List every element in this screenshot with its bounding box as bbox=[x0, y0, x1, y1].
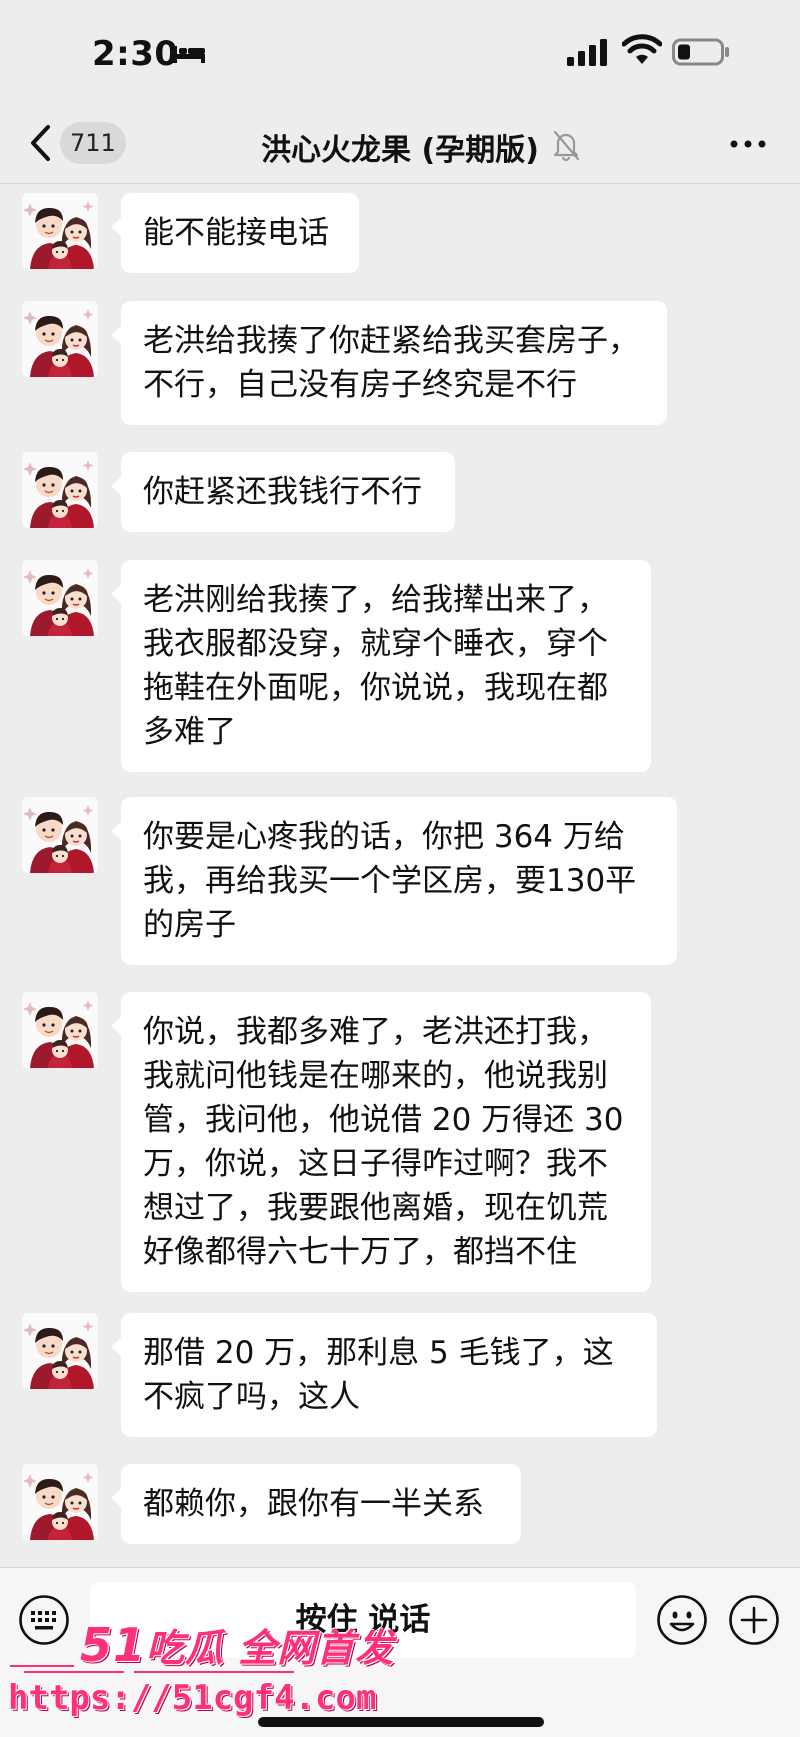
message-bubble[interactable]: 你说，我都多难了，老洪还打我，我就问他钱是在哪来的，他说我别管，我问他，他说借 … bbox=[111, 992, 651, 1292]
status-bar: 2:30 bbox=[0, 0, 800, 105]
contact-avatar[interactable] bbox=[22, 1313, 98, 1389]
contact-avatar[interactable] bbox=[22, 193, 98, 269]
wifi-icon bbox=[622, 34, 662, 64]
message-bubble[interactable]: 老洪给我揍了你赶紧给我买套房子，不行，自己没有房子终究是不行 bbox=[111, 301, 667, 425]
more-icon[interactable] bbox=[726, 127, 770, 161]
message-bubble[interactable]: 老洪刚给我揍了，给我撵出来了，我衣服都没穿，就穿个睡衣，穿个拖鞋在外面呢，你说说… bbox=[111, 560, 651, 772]
chat-title: 洪心火龙果 (孕期版) bbox=[261, 133, 539, 168]
watermark-speed-lines bbox=[10, 1665, 294, 1673]
contact-avatar[interactable] bbox=[22, 992, 98, 1068]
message-bubble[interactable]: 你赶紧还我钱行不行 bbox=[111, 452, 455, 532]
chat-header: 711 洪心火龙果 (孕期版) bbox=[0, 105, 800, 184]
message-bubble[interactable]: 你要是心疼我的话，你把 364 万给我，再给我买一个学区房，要130平的房子 bbox=[111, 797, 677, 965]
sleep-bed-icon bbox=[173, 46, 205, 63]
plus-icon[interactable] bbox=[728, 1594, 780, 1646]
status-time: 2:30 bbox=[92, 34, 179, 74]
contact-avatar[interactable] bbox=[22, 452, 98, 528]
cellular-signal-icon bbox=[567, 39, 607, 66]
watermark-url: https://51cgf4.com bbox=[8, 1678, 377, 1718]
mute-bell-icon bbox=[553, 130, 580, 161]
emoji-icon[interactable] bbox=[656, 1594, 708, 1646]
message-bubble[interactable]: 都赖你，跟你有一半关系 bbox=[111, 1464, 521, 1544]
message-bubble[interactable]: 那借 20 万，那利息 5 毛钱了，这不疯了吗，这人 bbox=[111, 1313, 657, 1437]
contact-avatar[interactable] bbox=[22, 301, 98, 377]
contact-avatar[interactable] bbox=[22, 560, 98, 636]
contact-avatar[interactable] bbox=[22, 797, 98, 873]
battery-icon bbox=[672, 38, 729, 66]
home-indicator bbox=[258, 1717, 544, 1727]
contact-avatar[interactable] bbox=[22, 1464, 98, 1540]
keyboard-icon[interactable] bbox=[18, 1594, 70, 1646]
message-bubble[interactable]: 能不能接电话 bbox=[111, 193, 359, 273]
